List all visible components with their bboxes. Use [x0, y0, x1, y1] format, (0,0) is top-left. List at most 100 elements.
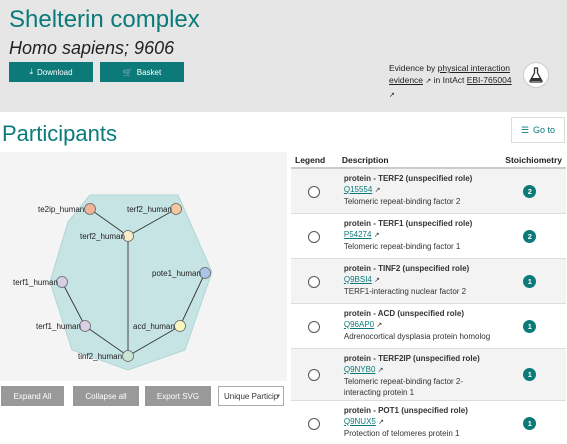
complex-header: Shelterin complex Homo sapiens; 9606 ⤓ D…: [0, 0, 567, 112]
flask-icon: [523, 62, 549, 88]
accession-link[interactable]: Q96AP0: [344, 320, 374, 329]
export-svg-button[interactable]: Export SVG: [145, 386, 211, 406]
participant-name: protein - TERF2IP (unspecified role): [343, 353, 480, 363]
network-svg[interactable]: te2ip_human terf2_human terf2_human pote1_h…: [0, 152, 287, 381]
download-icon: ⤓: [29, 67, 33, 76]
description-cell: protein - TERF1 (unspecified role) P54274…: [337, 212, 502, 258]
participant-radio[interactable]: [308, 186, 320, 198]
graph-node-label: pote1_human: [152, 269, 201, 278]
stoichiometry-cell: 2: [501, 167, 566, 213]
network-graph[interactable]: te2ip_human terf2_human terf2_human pote1_h…: [0, 152, 287, 381]
complex-hull: [49, 194, 213, 371]
graph-node[interactable]: [122, 350, 134, 362]
external-link-icon: ↗: [373, 231, 380, 239]
basket-icon: 🛒: [122, 67, 133, 77]
legend-cell: [291, 257, 338, 303]
participant-function: Adrenocortical dysplasia protein homolog: [343, 331, 491, 341]
basket-label: Basket: [136, 67, 162, 77]
graph-node-label: terf1_human: [36, 322, 81, 331]
stoichiometry-badge: 1: [523, 416, 537, 430]
select-value: Unique Particip: [224, 391, 279, 401]
participant-name: protein - TINF2 (unspecified role): [343, 263, 470, 273]
participants-title: Participants: [2, 121, 117, 146]
download-label: Download: [36, 67, 73, 77]
participant-radio[interactable]: [308, 230, 320, 243]
description-cell: protein - POT1 (unspecified role) Q9NUX5 …: [337, 399, 502, 444]
menu-icon: ☰: [520, 124, 530, 135]
participant-name: protein - TERF1 (unspecified role): [343, 218, 473, 228]
participant-function: TERF1-interacting nuclear factor 2: [343, 286, 467, 296]
table-row: protein - TERF2 (unspecified role) Q15554…: [291, 167, 566, 213]
participant-function: Protection of telomeres protein 1: [343, 428, 460, 438]
accession-link[interactable]: Q9BSI4: [344, 275, 372, 284]
intact-link[interactable]: EBI-765004: [467, 75, 512, 85]
accession-link[interactable]: Q15554: [344, 185, 372, 194]
evidence-prefix: Evidence by: [389, 63, 438, 73]
participant-name: protein - ACD (unspecified role): [343, 308, 465, 318]
graph-node-label: tinf2_human: [78, 352, 122, 361]
graph-node[interactable]: [84, 203, 96, 215]
participant-mode-select[interactable]: Unique Particip ▾: [218, 386, 284, 406]
graph-node-label: te2ip_human: [38, 205, 84, 214]
participant-radio[interactable]: [308, 368, 320, 381]
chevron-down-icon: ▾: [276, 393, 280, 400]
graph-node[interactable]: [79, 320, 91, 332]
graph-node[interactable]: [174, 320, 186, 332]
download-button[interactable]: ⤓ Download: [9, 62, 93, 82]
evidence-text: Evidence by physical interaction evidenc…: [389, 62, 519, 102]
legend-cell: [291, 347, 338, 400]
table-row: protein - TINF2 (unspecified role) Q9BSI4…: [291, 257, 566, 303]
description-cell: protein - TERF2IP (unspecified role) Q9NY…: [337, 347, 502, 400]
description-header: Description: [337, 152, 502, 169]
external-link-icon: ↗: [374, 276, 380, 284]
stoichiometry-cell: 2: [501, 212, 566, 258]
participant-function: Telomeric repeat-binding factor 2-intera…: [343, 376, 464, 397]
page-title: Shelterin complex: [9, 6, 200, 33]
stoichiometry-badge: 2: [523, 229, 537, 243]
external-link-icon: ↗: [374, 187, 381, 194]
evidence-mid: in IntAct: [431, 75, 467, 85]
external-link-icon: ↗: [376, 321, 383, 329]
table-body: protein - TERF2 (unspecified role) Q15554…: [291, 167, 566, 444]
legend-cell: [291, 212, 338, 258]
table-row: protein - POT1 (unspecified role) Q9NUX5 …: [291, 399, 566, 444]
stoichiometry-cell: 1: [501, 257, 566, 303]
description-cell: protein - TINF2 (unspecified role) Q9BSI4…: [337, 257, 502, 303]
participant-radio[interactable]: [308, 417, 320, 430]
graph-node-label: terf2_human: [127, 205, 172, 214]
graph-node[interactable]: [199, 267, 211, 279]
legend-cell: [291, 167, 338, 213]
basket-button[interactable]: 🛒 Basket: [100, 62, 184, 82]
accession-link[interactable]: P54274: [344, 230, 372, 239]
graph-node[interactable]: [170, 203, 182, 215]
collapse-all-button[interactable]: Collapse all: [73, 386, 139, 406]
goto-button[interactable]: ☰ Go to: [511, 117, 565, 143]
table-row: protein - TERF1 (unspecified role) P54274…: [291, 212, 566, 258]
participant-function: Telomeric repeat-binding factor 1: [343, 241, 461, 251]
table-row: protein - TERF2IP (unspecified role) Q9NY…: [291, 347, 566, 400]
graph-node[interactable]: [56, 276, 68, 288]
description-cell: protein - TERF2 (unspecified role) Q15554…: [337, 167, 502, 213]
stoichiometry-cell: 1: [501, 302, 566, 348]
accession-link[interactable]: Q9NYB0: [344, 365, 376, 374]
participant-name: protein - TERF2 (unspecified role): [343, 174, 473, 183]
goto-label: Go to: [533, 125, 556, 135]
legend-cell: [291, 399, 338, 444]
external-link-icon: ↗: [377, 366, 384, 374]
external-link-icon: ↗: [378, 418, 384, 426]
stoichiometry-cell: 1: [501, 347, 566, 400]
table-row: protein - ACD (unspecified role) Q96AP0 ↗…: [291, 302, 566, 348]
participant-radio[interactable]: [308, 275, 320, 288]
stoichiometry-header: Stoichiometry: [501, 152, 566, 169]
participant-function: Telomeric repeat-binding factor 2: [343, 197, 461, 206]
participant-radio[interactable]: [308, 320, 320, 333]
accession-link[interactable]: Q9NUX5: [344, 417, 376, 426]
graph-node-label: acd_human: [133, 322, 175, 331]
stoichiometry-badge: 1: [523, 274, 537, 288]
participant-name: protein - POT1 (unspecified role): [343, 405, 468, 415]
expand-all-button[interactable]: Expand All: [1, 386, 64, 406]
organism-subtitle: Homo sapiens; 9606: [9, 38, 175, 58]
stoichiometry-badge: 2: [523, 185, 537, 198]
legend-cell: [291, 302, 338, 348]
legend-header: Legend: [291, 152, 338, 169]
